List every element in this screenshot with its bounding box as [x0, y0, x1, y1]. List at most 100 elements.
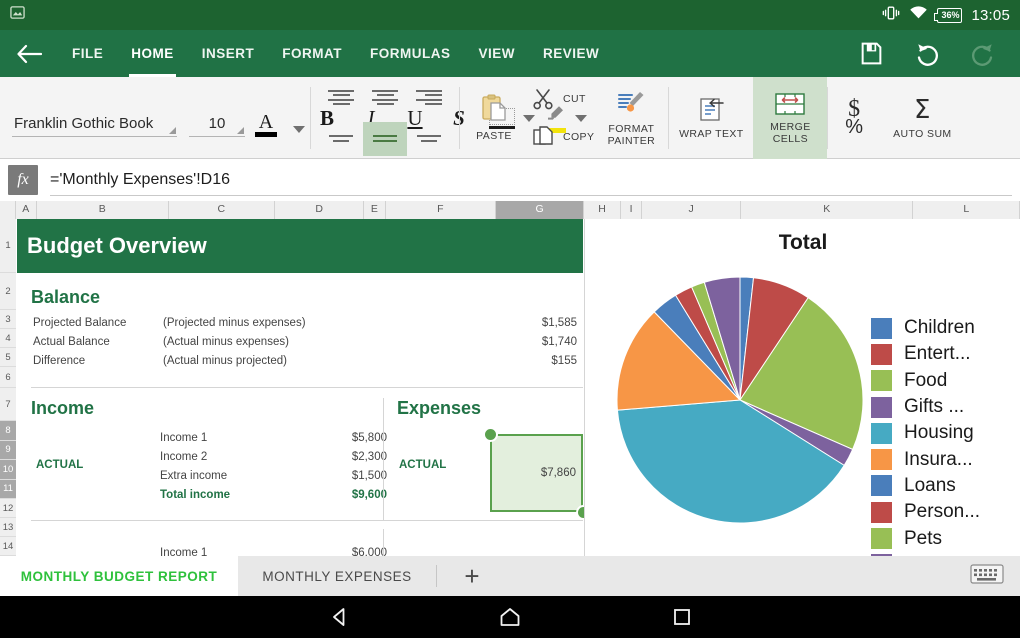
row-header-8[interactable]: 8: [0, 421, 16, 441]
projected-balance-label: Projected Balance: [33, 317, 127, 329]
column-header-k[interactable]: K: [741, 201, 914, 219]
cut-button[interactable]: CUT: [528, 80, 594, 118]
actual-balance-amount: $1,740: [541, 336, 577, 348]
tab-review[interactable]: REVIEW: [529, 30, 613, 77]
column-header-h[interactable]: H: [584, 201, 621, 219]
align-center-button[interactable]: [363, 81, 407, 115]
row-header-3[interactable]: 3: [0, 310, 16, 329]
ribbon-tabs: FILE HOME INSERT FORMAT FORMULAS VIEW RE…: [58, 30, 613, 77]
tab-view[interactable]: VIEW: [465, 30, 530, 77]
pie-chart[interactable]: [615, 275, 865, 525]
align-left-button[interactable]: [319, 81, 363, 115]
format-painter-label-line1: FORMAT: [608, 122, 655, 135]
row-header-9[interactable]: 9: [0, 440, 16, 460]
merge-cells-button[interactable]: MERGE CELLS: [753, 77, 828, 159]
pie-chart-pane[interactable]: Total Children Entert... Food Gifts ... …: [584, 219, 1020, 576]
battery-indicator: 36%: [934, 7, 963, 23]
android-recents-icon[interactable]: [652, 596, 712, 638]
income-expense-divider: [383, 398, 384, 520]
auto-sum-button[interactable]: Σ AUTO SUM: [880, 77, 964, 159]
actual-balance-label: Actual Balance: [33, 336, 110, 348]
copy-button[interactable]: COPY: [528, 118, 594, 156]
align-bottom-button[interactable]: [407, 122, 451, 156]
projected-balance-amount: $1,585: [541, 317, 577, 329]
align-middle-button[interactable]: [363, 121, 407, 156]
format-painter-button[interactable]: FORMAT PAINTER: [594, 77, 668, 159]
format-toolbar: Franklin Gothic Book 10 A B I U S: [0, 77, 1020, 159]
legend-item-housing[interactable]: Housing: [871, 420, 980, 446]
column-header-e[interactable]: E: [364, 201, 386, 219]
row-header-6[interactable]: 6: [0, 367, 16, 388]
row-header-11[interactable]: 11: [0, 479, 16, 499]
align-right-button[interactable]: [407, 81, 451, 115]
android-home-icon[interactable]: [480, 596, 540, 638]
row-header-1[interactable]: 1: [0, 219, 16, 273]
column-header-f[interactable]: F: [385, 201, 496, 219]
selected-cell-g8[interactable]: $7,860: [490, 434, 583, 512]
percent-button[interactable]: %: [845, 117, 863, 137]
row-header-7[interactable]: 7: [0, 388, 16, 421]
tab-formulas[interactable]: FORMULAS: [356, 30, 465, 77]
legend-item-gifts[interactable]: Gifts ...: [871, 394, 980, 420]
income-2-label: Income 2: [160, 451, 208, 463]
tab-file[interactable]: FILE: [58, 30, 117, 77]
row-header-14[interactable]: 14: [0, 537, 16, 556]
back-button[interactable]: [0, 30, 58, 77]
align-top-button[interactable]: [319, 122, 363, 156]
redo-icon[interactable]: [968, 39, 998, 69]
projected-balance-note: (Projected minus expenses): [163, 317, 306, 329]
row-header-12[interactable]: 12: [0, 499, 16, 518]
legend-item-entertainment[interactable]: Entert...: [871, 341, 980, 367]
tab-insert[interactable]: INSERT: [188, 30, 269, 77]
column-header-b[interactable]: B: [36, 201, 169, 219]
column-header-l[interactable]: L: [913, 201, 1020, 219]
legend-item-insurance[interactable]: Insura...: [871, 446, 980, 472]
sheet-tab-monthly-expenses[interactable]: MONTHLY EXPENSES: [238, 556, 436, 596]
legend-item-children[interactable]: Children: [871, 315, 980, 341]
save-icon[interactable]: [856, 39, 886, 69]
total-income-label: Total income: [160, 489, 231, 501]
row-header-13[interactable]: 13: [0, 518, 16, 537]
font-size-selector[interactable]: 10: [189, 115, 245, 137]
column-header-i[interactable]: I: [620, 201, 643, 219]
cut-icon: [533, 89, 553, 110]
column-header-j[interactable]: J: [642, 201, 742, 219]
keyboard-icon[interactable]: [970, 562, 1004, 591]
font-color-button[interactable]: A: [245, 112, 287, 137]
fx-button[interactable]: fx: [8, 165, 38, 195]
row-header-10[interactable]: 10: [0, 460, 16, 480]
select-all-corner[interactable]: [0, 201, 16, 219]
column-header-c[interactable]: C: [168, 201, 276, 219]
formula-input[interactable]: ='Monthly Expenses'!D16: [50, 164, 1012, 196]
row-header-4[interactable]: 4: [0, 329, 16, 348]
font-color-chevron-down-icon[interactable]: [293, 126, 305, 133]
font-name-selector[interactable]: Franklin Gothic Book: [12, 115, 177, 137]
sheet-tab-monthly-budget-report[interactable]: MONTHLY BUDGET REPORT: [0, 556, 238, 596]
legend-item-pets[interactable]: Pets: [871, 525, 980, 551]
tab-home[interactable]: HOME: [117, 30, 188, 77]
income-2-amount: $2,300: [351, 451, 387, 463]
column-header-g[interactable]: G: [495, 201, 585, 219]
android-back-icon[interactable]: [310, 596, 370, 638]
vibrate-icon: [882, 5, 900, 26]
currency-button[interactable]: $: [848, 97, 860, 121]
paste-icon: [482, 94, 506, 121]
legend-item-personal[interactable]: Person...: [871, 499, 980, 525]
add-sheet-button[interactable]: +: [437, 556, 507, 596]
tab-format[interactable]: FORMAT: [268, 30, 356, 77]
column-header-a[interactable]: A: [15, 201, 37, 219]
paste-button[interactable]: PASTE: [460, 77, 528, 159]
legend-item-loans[interactable]: Loans: [871, 473, 980, 499]
undo-icon[interactable]: [912, 39, 942, 69]
selection-handle-top-left[interactable]: [483, 427, 498, 442]
legend-item-food[interactable]: Food: [871, 368, 980, 394]
row-header-2[interactable]: 2: [0, 273, 16, 310]
column-headers: A B C D E F G H I J K L: [0, 201, 1020, 219]
column-header-d[interactable]: D: [275, 201, 365, 219]
wrap-text-button[interactable]: WRAP TEXT: [669, 77, 753, 159]
font-group: Franklin Gothic Book 10 A B I U S: [0, 77, 587, 159]
legend-swatch-insurance: [871, 449, 892, 471]
auto-sum-label: AUTO SUM: [893, 127, 952, 140]
formula-bar: fx ='Monthly Expenses'!D16: [0, 159, 1020, 201]
row-header-5[interactable]: 5: [0, 348, 16, 367]
